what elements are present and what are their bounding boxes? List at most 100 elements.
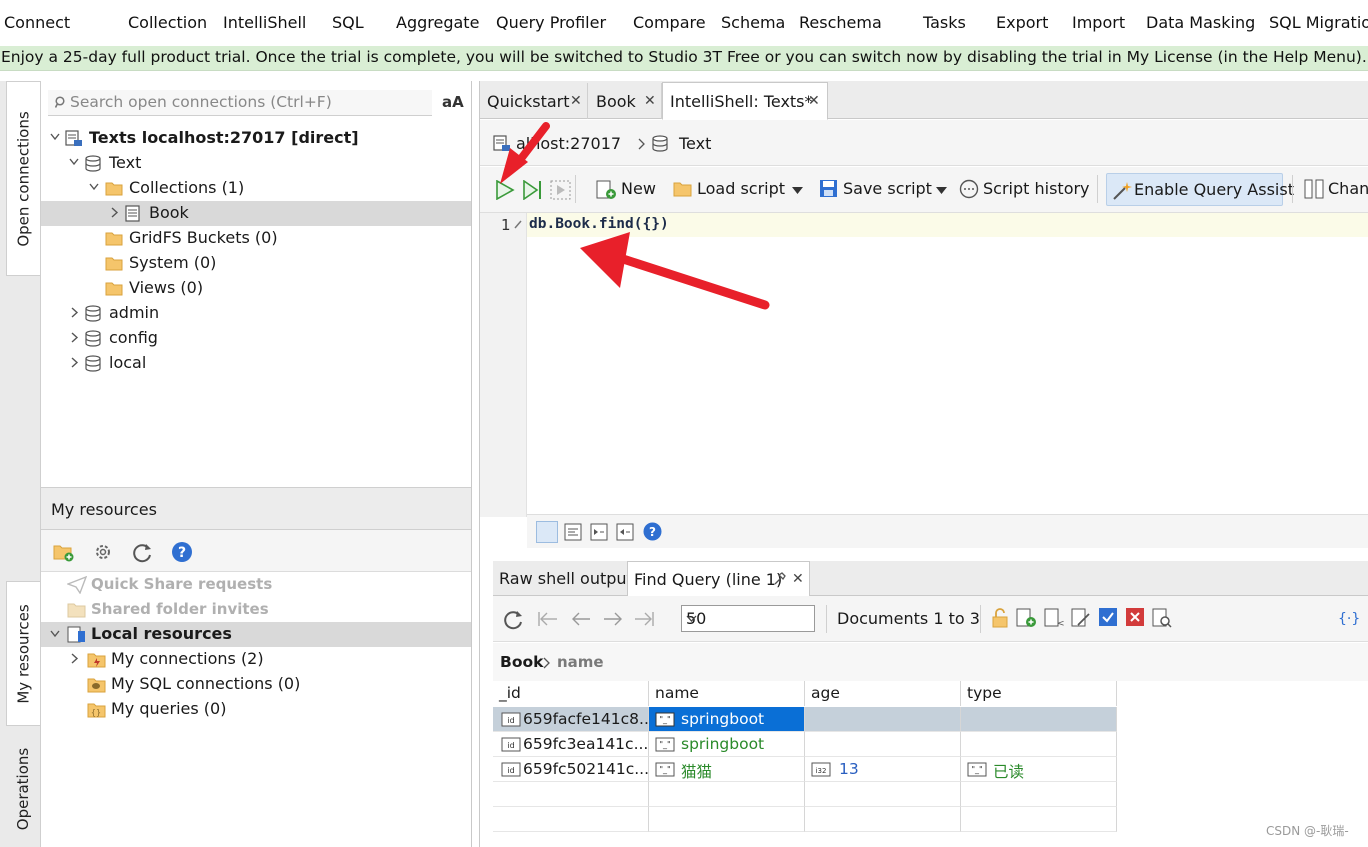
my-queries[interactable]: {} My queries (0) (41, 697, 471, 722)
menu-tasks[interactable]: Tasks (923, 13, 966, 32)
new-folder-icon[interactable] (53, 542, 75, 562)
shared-folder-invites[interactable]: Shared folder invites (41, 597, 471, 622)
search-input[interactable]: Search open connections (Ctrl+F) (48, 90, 432, 116)
path-collection[interactable]: Book (500, 653, 543, 671)
align-left-icon[interactable] (564, 523, 582, 541)
lock-icon[interactable] (991, 608, 1009, 628)
tree-db-admin[interactable]: admin (41, 301, 471, 326)
load-script-button[interactable]: Load script (697, 179, 785, 198)
chevron-down-icon[interactable] (50, 133, 60, 141)
cell-type[interactable] (961, 732, 1117, 757)
cell-id[interactable]: id 659fc3ea141c... (493, 732, 649, 757)
column-header[interactable]: type (961, 681, 1117, 706)
menu-export[interactable]: Export (996, 13, 1048, 32)
run-current-icon[interactable] (522, 180, 544, 200)
cell-age[interactable]: i32 13 (805, 757, 961, 782)
tree-db-config[interactable]: config (41, 326, 471, 351)
script-editor[interactable]: 1 db.Book.find({}) ? (480, 213, 1368, 548)
save-script-button[interactable]: Save script (843, 179, 932, 198)
enable-query-assist-button[interactable]: Enable Query Assist (1106, 173, 1294, 206)
help-icon[interactable]: ? (171, 541, 193, 563)
help-icon[interactable]: ? (643, 522, 662, 541)
menu-connect[interactable]: Connect (4, 13, 70, 32)
menu-aggregate[interactable]: Aggregate (396, 13, 479, 32)
tab-quickstart[interactable]: Quickstart ✕ (480, 83, 588, 119)
cell-age[interactable] (805, 732, 961, 757)
chevron-down-icon[interactable] (69, 158, 79, 166)
first-page-icon[interactable] (538, 611, 558, 627)
chevron-right-icon[interactable] (71, 357, 79, 368)
quick-share-requests[interactable]: Quick Share requests (41, 572, 471, 597)
chevron-down-icon[interactable] (936, 187, 947, 194)
validate-icon[interactable] (1098, 607, 1118, 627)
chevron-right-icon[interactable] (71, 307, 79, 318)
chevron-down-icon[interactable] (792, 187, 803, 194)
search-document-icon[interactable] (1152, 608, 1172, 628)
refresh-icon[interactable] (131, 541, 153, 563)
close-icon[interactable]: ✕ (808, 93, 820, 109)
code-line[interactable]: db.Book.find({}) (527, 213, 1368, 237)
tree-gridfs[interactable]: GridFS Buckets (0) (41, 226, 471, 251)
cell-id[interactable]: id 659facfe141c8... (493, 707, 649, 732)
pin-icon[interactable] (773, 572, 786, 585)
tree-collection-book[interactable]: Book (41, 201, 471, 226)
run-icon[interactable] (495, 180, 515, 200)
my-connections[interactable]: My connections (2) (41, 647, 471, 672)
menu-intellishell[interactable]: IntelliShell (223, 13, 306, 32)
menu-collection[interactable]: Collection (128, 13, 207, 32)
column-header[interactable]: _id (493, 681, 649, 706)
code-document-icon[interactable]: </> (1044, 608, 1064, 628)
menu-import[interactable]: Import (1072, 13, 1125, 32)
tree-views[interactable]: Views (0) (41, 276, 471, 301)
tab-raw-shell-output[interactable]: Raw shell output (493, 561, 633, 596)
column-header[interactable]: age (805, 681, 961, 706)
cell-name[interactable]: "_" springboot (649, 732, 805, 757)
tab-intellishell[interactable]: IntelliShell: Texts* ✕ (662, 82, 828, 120)
chevron-right-icon[interactable] (111, 207, 119, 218)
tree-db-text[interactable]: Text (41, 151, 471, 176)
menu-sql[interactable]: SQL (332, 13, 364, 32)
cell-name-selected[interactable]: "_" springboot (649, 707, 805, 732)
tab-find-query[interactable]: Find Query (line 1) ✕ (627, 561, 810, 597)
close-icon[interactable]: ✕ (792, 571, 804, 587)
change-button[interactable]: Chang (1328, 179, 1368, 198)
cell-id[interactable]: id 659fc502141c... (493, 757, 649, 782)
settings-gear-icon[interactable] (93, 542, 113, 562)
tree-collections[interactable]: Collections (1) (41, 176, 471, 201)
add-document-icon[interactable] (1016, 608, 1036, 628)
path-field[interactable]: name (557, 653, 604, 671)
close-icon[interactable]: ✕ (644, 93, 656, 109)
breadcrumb-db[interactable]: Text (679, 134, 711, 153)
run-selection-icon[interactable] (550, 180, 572, 200)
side-tab-open-connections[interactable]: Open connections (6, 81, 40, 276)
menu-sql-migration[interactable]: SQL Migration (1269, 13, 1368, 32)
tab-book[interactable]: Book ✕ (589, 83, 662, 119)
tree-system[interactable]: System (0) (41, 251, 471, 276)
page-size-select[interactable]: 50 (681, 605, 815, 632)
next-page-icon[interactable] (603, 611, 623, 627)
match-case-toggle[interactable]: aA (442, 93, 464, 111)
close-icon[interactable]: ✕ (570, 93, 582, 109)
script-history-button[interactable]: Script history (983, 179, 1090, 198)
menu-query-profiler[interactable]: Query Profiler (496, 13, 606, 32)
my-resources-header[interactable]: My resources (41, 487, 471, 530)
outdent-icon[interactable] (616, 523, 634, 541)
tree-connection[interactable]: Texts localhost:27017 [direct] (41, 126, 471, 151)
refresh-icon[interactable] (502, 608, 524, 630)
chevron-down-icon[interactable] (50, 630, 60, 638)
edit-document-icon[interactable] (1071, 608, 1091, 628)
side-tab-operations[interactable]: Operations (6, 731, 40, 847)
previous-page-icon[interactable] (571, 611, 591, 627)
cell-name[interactable]: "_" 猫猫 (649, 757, 805, 782)
format-code-icon[interactable] (536, 521, 558, 543)
menu-compare[interactable]: Compare (633, 13, 706, 32)
menu-reschema[interactable]: Reschema (799, 13, 882, 32)
chevron-down-icon[interactable] (89, 183, 99, 191)
cell-age[interactable] (805, 707, 961, 732)
column-header[interactable]: name (649, 681, 805, 706)
local-resources[interactable]: Local resources (41, 622, 471, 647)
side-tab-my-resources[interactable]: My resources (6, 581, 40, 726)
last-page-icon[interactable] (634, 611, 654, 627)
chevron-right-icon[interactable] (71, 332, 79, 343)
view-mode-icon[interactable]: {·} (1338, 608, 1360, 628)
